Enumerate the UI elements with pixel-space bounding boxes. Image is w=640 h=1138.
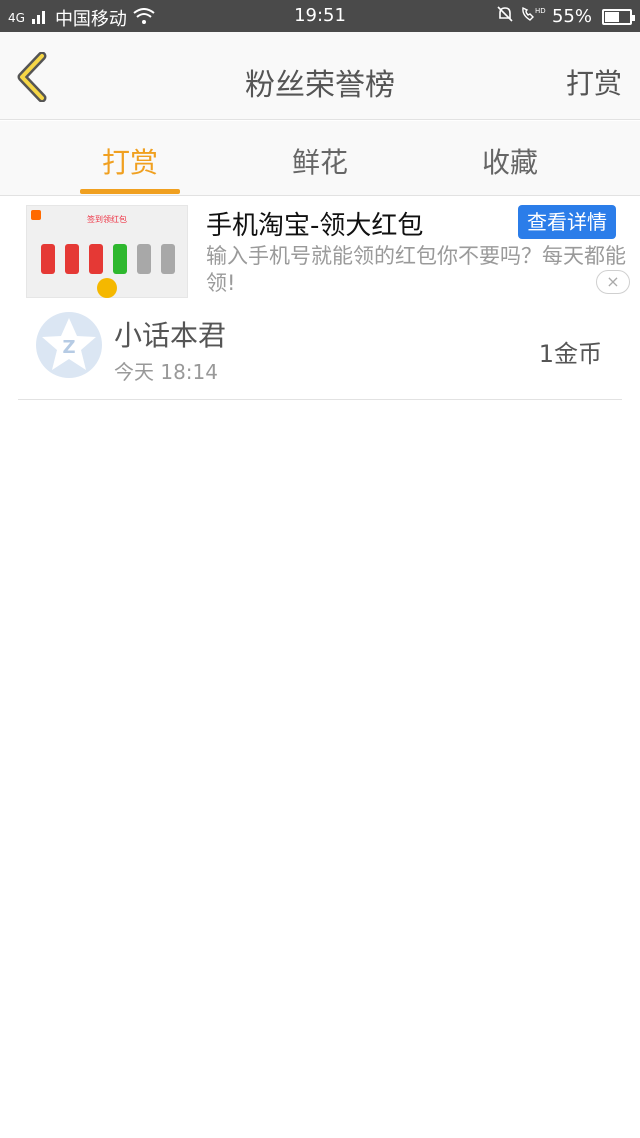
ad-banner[interactable]: 签到领红包 手机淘宝-领大红包 查看详情 输入手机号就能领的红包你不要吗？每天都… [0, 197, 640, 301]
battery-icon [602, 8, 635, 25]
hd-call-icon: HD [520, 5, 546, 28]
page-title: 粉丝荣誉榜 [245, 68, 395, 103]
tab-label: 收藏 [481, 146, 538, 179]
svg-text:HD: HD [535, 7, 546, 15]
reward-button[interactable]: 打赏 [566, 62, 622, 102]
ad-thumbnail[interactable]: 签到领红包 [26, 205, 188, 298]
tab-flowers[interactable]: 鲜花 [260, 141, 380, 181]
ad-close-button[interactable]: × [596, 270, 630, 294]
tab-reward[interactable]: 打赏 [70, 141, 190, 194]
battery-percent: 55% [551, 6, 592, 27]
close-icon: × [606, 272, 620, 291]
tab-bar: 打赏 鲜花 收藏 [0, 121, 640, 196]
tab-label: 打赏 [101, 146, 158, 179]
list-item[interactable]: Z 小话本君 今天 18:14 1金币 [18, 302, 622, 400]
svg-text:Z: Z [62, 337, 75, 358]
header-bar: 粉丝荣誉榜 打赏 [0, 32, 640, 120]
coin-icon [97, 278, 117, 298]
tab-label: 鲜花 [291, 146, 348, 179]
view-details-button[interactable]: 查看详情 [518, 205, 616, 239]
tab-favorites[interactable]: 收藏 [450, 141, 570, 181]
status-bar: 4G 中国移动 19:51 HD 55% [0, 0, 640, 32]
star-avatar-icon: Z [42, 318, 96, 370]
ad-title[interactable]: 手机淘宝-领大红包 [206, 205, 423, 242]
fan-name: 小话本君 [114, 319, 227, 352]
silent-bell-icon [496, 5, 514, 28]
avatar[interactable]: Z [36, 312, 102, 378]
reward-time: 今天 18:14 [114, 360, 218, 384]
ad-description: 输入手机号就能领的红包你不要吗？每天都能领! [206, 244, 626, 295]
active-tab-indicator [80, 189, 180, 194]
reward-amount: 1金币 [538, 340, 602, 368]
status-right: HD 55% [496, 5, 635, 28]
